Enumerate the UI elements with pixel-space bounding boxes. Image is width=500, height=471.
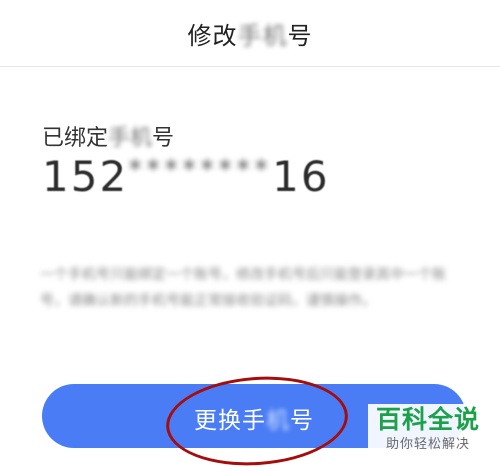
phone-start: 152	[42, 152, 129, 201]
description-text: 一个手机号只能绑定一个账号，修改手机号后只能登录其中一个账号，请确认新的手机号能…	[40, 267, 446, 309]
title-blurred: 手机	[237, 22, 288, 50]
phone-masked: ********	[128, 153, 273, 186]
bound-phone-number: 152********16	[42, 152, 330, 201]
phone-end: 16	[272, 152, 330, 201]
watermark-logo: 百科全说	[375, 405, 480, 434]
button-blurred: 机	[266, 407, 290, 433]
label-prefix: 已绑定	[42, 126, 109, 151]
button-suffix: 号	[290, 407, 314, 433]
top-bar: 修改手机号	[0, 0, 500, 67]
page-title: 修改手机号	[0, 16, 500, 51]
title-suffix: 号	[287, 22, 313, 50]
label-suffix: 号	[152, 126, 175, 151]
baike-watermark: 百科全说 助你轻松解决	[368, 404, 488, 460]
button-prefix: 更换手	[194, 407, 266, 433]
title-prefix: 修改	[187, 22, 238, 50]
bound-phone-label: 已绑定手机号	[42, 120, 174, 152]
watermark-tagline: 助你轻松解决	[385, 437, 470, 452]
label-blurred: 手机	[108, 126, 153, 151]
